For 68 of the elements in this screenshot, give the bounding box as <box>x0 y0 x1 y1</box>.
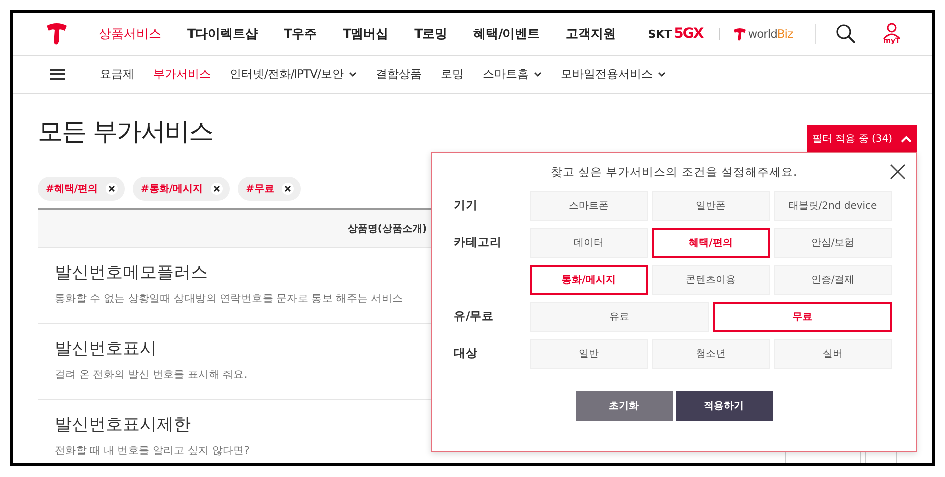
remove-tag-button[interactable] <box>211 183 224 195</box>
filter-option[interactable]: 실버 <box>774 339 892 369</box>
filter-group-label: 유/무료 <box>454 308 496 324</box>
close-icon[interactable] <box>890 164 906 180</box>
user-icon <box>882 23 902 39</box>
filter-group-label: 대상 <box>454 345 479 361</box>
filter-option[interactable]: 스마트폰 <box>530 191 648 221</box>
filter-option[interactable]: 혜택/편의 <box>652 228 770 258</box>
filter-option[interactable]: 안심/보험 <box>774 228 892 258</box>
nav-link[interactable]: T로밍 <box>414 26 448 42</box>
page-title: 모든 부가서비스 <box>38 117 213 147</box>
filter-button[interactable]: 필터 적용 중 (34) <box>807 125 917 153</box>
filter-option[interactable]: 유료 <box>530 302 709 332</box>
brand-label: SKT <box>648 28 672 40</box>
subnav-link[interactable]: 요금제 <box>100 67 134 82</box>
tag-label: #혜택/편의 <box>46 183 98 196</box>
close-icon <box>214 186 220 192</box>
search-icon[interactable] <box>836 24 856 44</box>
column-header: 상품명(상품소개) <box>348 222 428 236</box>
subnav-link[interactable]: 스마트홈 <box>482 67 542 82</box>
service-description: 통화할 수 없는 상황일때 상대방의 연락번호를 문자로 통보 해주는 서비스 <box>55 292 404 306</box>
filter-option[interactable]: 인증/결제 <box>774 265 892 295</box>
tag-label: #무료 <box>246 183 274 196</box>
service-name[interactable]: 발신번호표시제한 <box>55 413 191 436</box>
nav-link[interactable]: 고객지원 <box>566 26 616 42</box>
filter-option[interactable]: 일반폰 <box>652 191 770 221</box>
chevron-down-icon <box>534 72 542 77</box>
subnav-link[interactable]: 인터넷/전화/IPTV/보안 <box>230 67 357 82</box>
chevron-down-icon <box>658 72 666 77</box>
reset-button[interactable]: 초기화 <box>576 391 672 421</box>
brand-label[interactable]: worldBiz <box>748 27 793 41</box>
filter-group-label: 카테고리 <box>454 234 503 250</box>
service-name[interactable]: 발신번호메모플러스 <box>55 261 208 284</box>
filter-option[interactable]: 무료 <box>713 302 892 332</box>
tag-label: #통화/메시지 <box>141 183 204 196</box>
apply-button[interactable]: 적용하기 <box>676 391 772 421</box>
filter-option[interactable]: 태블릿/2nd device <box>774 191 892 221</box>
close-icon <box>285 186 292 192</box>
nav-link[interactable]: T멤버십 <box>343 26 389 42</box>
nav-link[interactable]: 상품서비스 <box>99 26 162 42</box>
nav-link[interactable]: 혜택/이벤트 <box>474 26 540 42</box>
subnav-link[interactable]: 로밍 <box>440 67 464 82</box>
remove-tag-button[interactable] <box>282 183 294 195</box>
outline-button[interactable] <box>785 451 861 463</box>
filter-option[interactable]: 통화/메시지 <box>530 265 648 295</box>
close-icon <box>109 186 116 192</box>
chevron-down-icon <box>348 72 357 77</box>
service-description: 전화할 때 내 번호를 알리고 싶지 않다면? <box>55 444 250 458</box>
nav-link[interactable]: T다이렉트샵 <box>188 26 258 42</box>
filter-option[interactable]: 데이터 <box>530 228 648 258</box>
filter-group-label: 기기 <box>454 197 479 213</box>
service-description: 걸려 온 전화의 발신 번호를 표시해 줘요. <box>55 368 248 382</box>
menu-icon[interactable] <box>50 69 65 80</box>
logo-icon[interactable] <box>46 22 68 46</box>
subnav-link[interactable]: 부가서비스 <box>154 67 211 82</box>
subnav-link[interactable]: 결합상품 <box>376 67 422 82</box>
panel-prompt: 찾고 싶은 부가서비스의 조건을 설정해주세요. <box>550 164 798 180</box>
nav-link[interactable]: T우주 <box>284 26 318 42</box>
chevron-up-icon <box>900 136 912 142</box>
filter-option[interactable]: 콘텐츠이용 <box>652 265 770 295</box>
remove-tag-button[interactable] <box>106 183 118 195</box>
subnav-link[interactable]: 모바일전용서비스 <box>560 67 666 82</box>
filter-option[interactable]: 일반 <box>530 339 648 369</box>
service-name[interactable]: 발신번호표시 <box>55 337 157 360</box>
filter-option[interactable]: 청소년 <box>652 339 770 369</box>
brand-icon <box>734 28 746 40</box>
outline-button[interactable] <box>865 451 897 463</box>
brand-label: 5GX <box>674 26 704 42</box>
